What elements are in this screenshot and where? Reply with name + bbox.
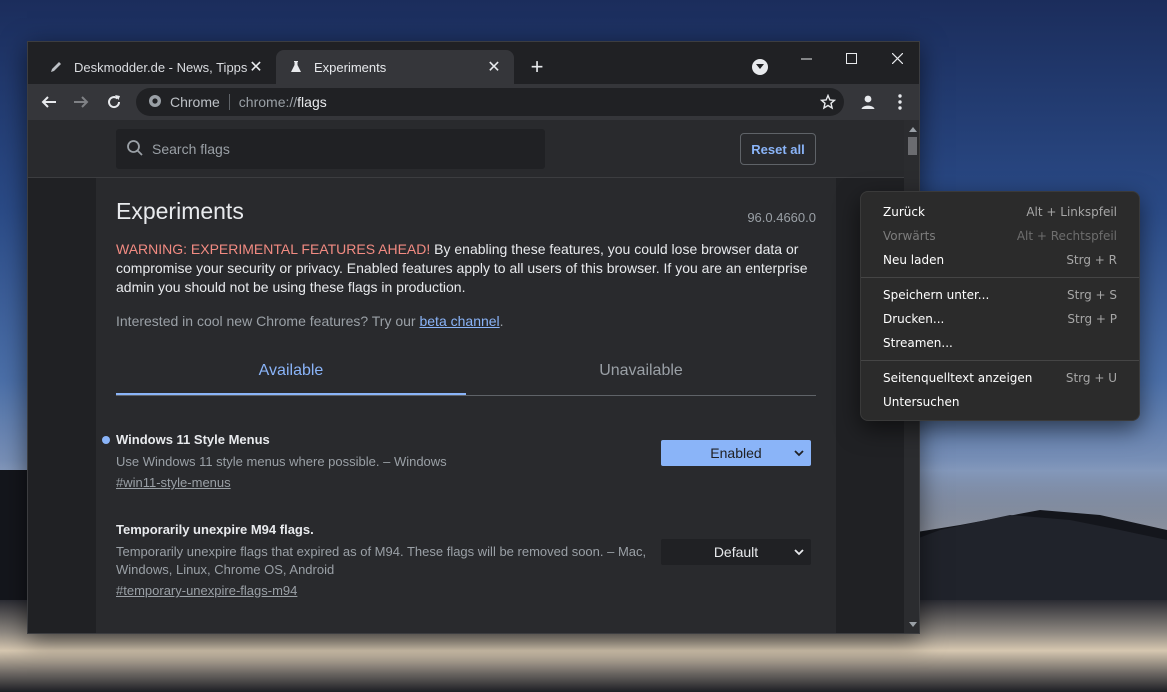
- tab-deskmodder[interactable]: Deskmodder.de - News, Tipps und ✕: [36, 50, 276, 84]
- flag-state-select[interactable]: Default: [661, 539, 811, 565]
- menu-item-label: Streamen...: [883, 336, 953, 350]
- close-tab-icon[interactable]: ✕: [486, 59, 502, 76]
- chevron-down-icon: [793, 446, 805, 462]
- menu-item-shortcut: Alt + Rechtspfeil: [1016, 229, 1117, 243]
- scrollbar-thumb[interactable]: [908, 137, 917, 155]
- promo-end: .: [499, 313, 504, 329]
- tab-strip: Deskmodder.de - News, Tipps und ✕ Experi…: [28, 42, 919, 84]
- search-box[interactable]: [116, 129, 545, 169]
- close-tab-icon[interactable]: ✕: [248, 59, 264, 76]
- menu-item-back[interactable]: Zurück Alt + Linkspfeil: [861, 200, 1139, 224]
- flag-link[interactable]: #win11-style-menus: [116, 475, 231, 490]
- menu-item-label: Untersuchen: [883, 395, 960, 409]
- menu-item-label: Neu laden: [883, 253, 945, 267]
- flag-description: Use Windows 11 style menus where possibl…: [116, 454, 447, 469]
- profile-avatar-icon[interactable]: [856, 90, 880, 114]
- minimize-icon[interactable]: [786, 46, 826, 70]
- page-title: Experiments: [116, 198, 244, 224]
- menu-item-shortcut: Strg + R: [1066, 253, 1117, 267]
- pen-icon: [48, 59, 64, 75]
- beta-channel-link[interactable]: beta channel: [419, 313, 499, 329]
- menu-item-label: Vorwärts: [883, 229, 936, 243]
- warning-highlight: WARNING: EXPERIMENTAL FEATURES AHEAD!: [116, 241, 431, 257]
- url-prefix: chrome://: [238, 94, 298, 110]
- browser-window: Deskmodder.de - News, Tipps und ✕ Experi…: [27, 41, 920, 634]
- menu-separator: [861, 277, 1139, 278]
- maximize-icon[interactable]: [831, 46, 871, 70]
- chevron-down-icon: [793, 545, 805, 561]
- promo-body: Interested in cool new Chrome features? …: [116, 313, 420, 329]
- flags-header: Reset all: [28, 120, 904, 178]
- menu-item-save-as[interactable]: Speichern unter... Strg + S: [861, 283, 1139, 307]
- new-tab-plus-icon[interactable]: +: [526, 56, 548, 78]
- menu-item-cast[interactable]: Streamen...: [861, 331, 1139, 355]
- menu-item-reload[interactable]: Neu laden Strg + R: [861, 248, 1139, 272]
- url-host: flags: [297, 94, 327, 110]
- bookmark-star-icon[interactable]: [819, 93, 837, 113]
- tab-title: Deskmodder.de - News, Tipps und: [74, 59, 248, 75]
- menu-item-label: Seitenquelltext anzeigen: [883, 371, 1033, 385]
- menu-item-view-source[interactable]: Seitenquelltext anzeigen Strg + U: [861, 366, 1139, 390]
- search-icon: [126, 139, 144, 160]
- menu-item-shortcut: Strg + P: [1067, 312, 1117, 326]
- menu-item-forward[interactable]: Vorwärts Alt + Rechtspfeil: [861, 224, 1139, 248]
- scheme-label: Chrome: [170, 94, 220, 110]
- address-bar[interactable]: Chrome chrome:// flags: [136, 88, 844, 116]
- promo-text: Interested in cool new Chrome features? …: [116, 313, 504, 329]
- browser-toolbar: Chrome chrome:// flags: [28, 84, 919, 120]
- close-window-icon[interactable]: [877, 46, 917, 70]
- forward-arrow-icon[interactable]: [69, 90, 93, 114]
- context-menu: Zurück Alt + Linkspfeil Vorwärts Alt + R…: [860, 191, 1140, 421]
- menu-item-label: Zurück: [883, 205, 925, 219]
- tab-available[interactable]: Available: [116, 348, 466, 395]
- flag-description: Temporarily unexpire flags that expired …: [116, 544, 647, 577]
- flag-state-select[interactable]: Enabled: [661, 440, 811, 466]
- tab-unavailable[interactable]: Unavailable: [466, 348, 816, 395]
- omnibox-divider: [228, 94, 230, 110]
- tab-experiments[interactable]: Experiments ✕: [276, 50, 514, 84]
- menu-item-shortcut: Strg + U: [1065, 371, 1117, 385]
- menu-separator: [861, 360, 1139, 361]
- menu-item-shortcut: Strg + S: [1067, 288, 1117, 302]
- flags-tabs: Available Unavailable: [116, 348, 816, 396]
- modified-indicator-dot: [102, 436, 110, 444]
- menu-item-label: Drucken...: [883, 312, 945, 326]
- flag-item: Windows 11 Style Menus Use Windows 11 st…: [102, 432, 816, 492]
- menu-item-shortcut: Alt + Linkspfeil: [1026, 205, 1117, 219]
- flag-title: Temporarily unexpire M94 flags.: [116, 522, 314, 537]
- more-menu-icon[interactable]: [888, 90, 912, 114]
- page-content: Reset all Experiments 96.0.4660.0 WARNIN…: [28, 120, 919, 633]
- reset-all-button[interactable]: Reset all: [740, 133, 816, 165]
- warning-text: WARNING: EXPERIMENTAL FEATURES AHEAD! By…: [116, 240, 816, 297]
- search-input[interactable]: [152, 141, 532, 157]
- flask-icon: [288, 59, 304, 75]
- version-label: 96.0.4660.0: [747, 210, 816, 225]
- scroll-up-arrow-icon[interactable]: [908, 124, 917, 133]
- reload-icon[interactable]: [102, 90, 126, 114]
- menu-item-label: Speichern unter...: [883, 288, 990, 302]
- menu-item-inspect[interactable]: Untersuchen: [861, 390, 1139, 414]
- tab-search-icon[interactable]: [752, 59, 768, 75]
- tab-title: Experiments: [314, 59, 387, 75]
- scroll-down-arrow-icon[interactable]: [908, 620, 917, 629]
- flag-item: Temporarily unexpire M94 flags. Temporar…: [116, 522, 816, 600]
- chrome-logo-icon: [148, 94, 162, 111]
- menu-item-print[interactable]: Drucken... Strg + P: [861, 307, 1139, 331]
- select-value: Enabled: [710, 445, 762, 461]
- select-value: Default: [713, 544, 759, 560]
- back-arrow-icon[interactable]: [37, 90, 61, 114]
- experiments-panel: Experiments 96.0.4660.0 WARNING: EXPERIM…: [96, 178, 836, 633]
- flag-link[interactable]: #temporary-unexpire-flags-m94: [116, 583, 297, 598]
